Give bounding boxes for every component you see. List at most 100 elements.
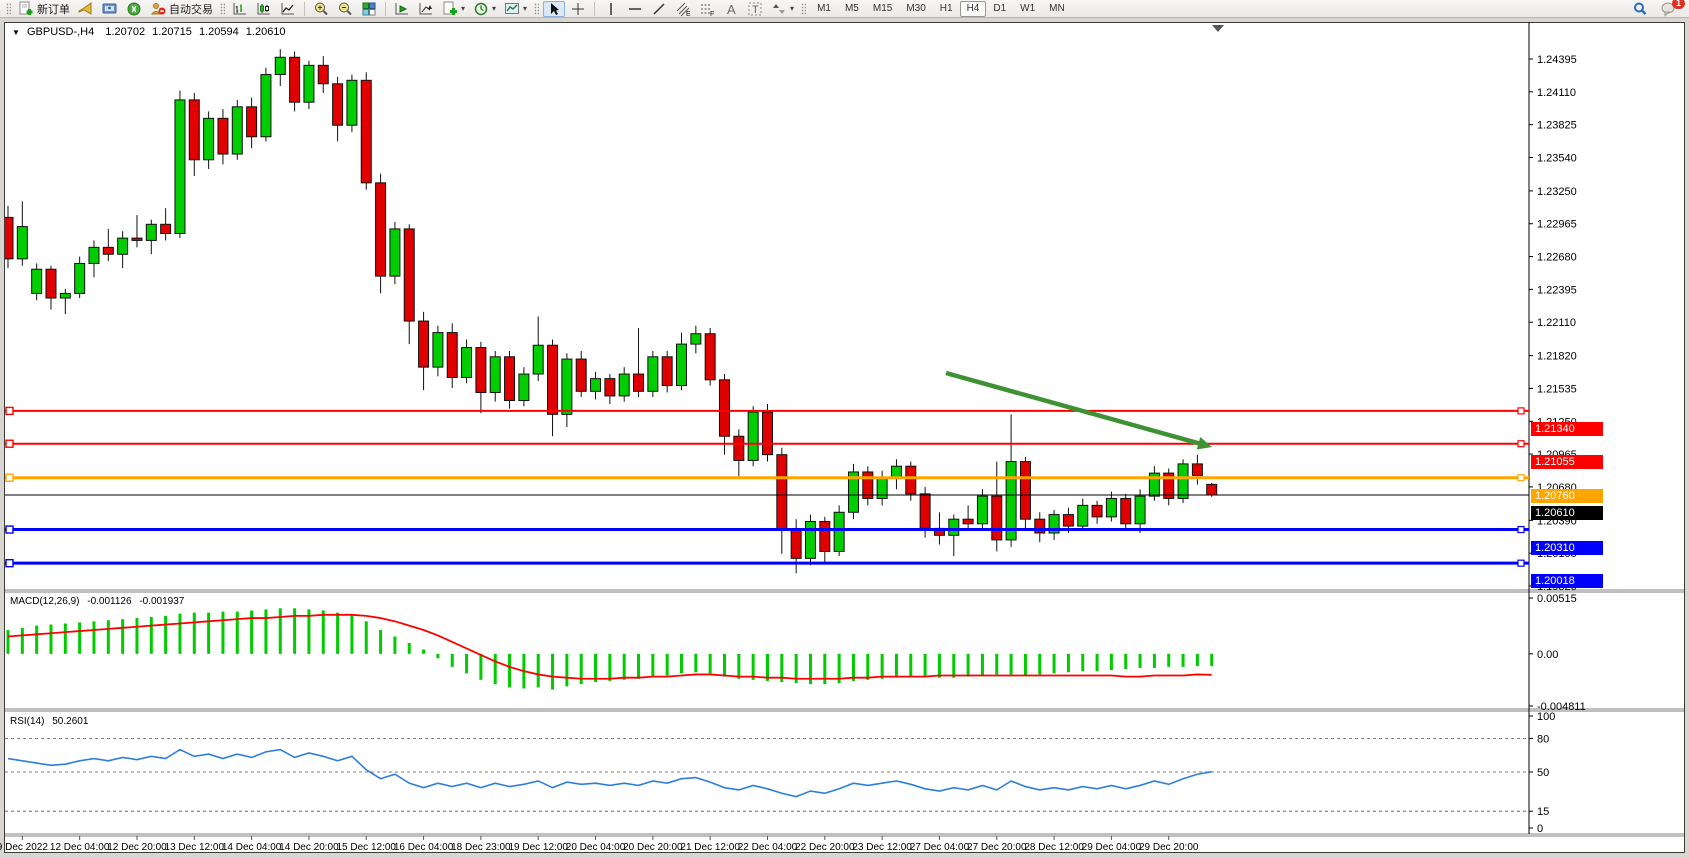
ohlc-low: 1.20594 — [199, 26, 239, 38]
horn-button[interactable] — [75, 1, 97, 17]
svg-text:50: 50 — [1537, 767, 1549, 779]
search-button[interactable] — [1629, 1, 1651, 17]
toolbar-grip[interactable] — [534, 3, 539, 15]
vertical-line-tool-button[interactable] — [600, 1, 622, 17]
rsi-axis[interactable]: 1008050150 — [1529, 711, 1555, 835]
candle-bull — [648, 357, 658, 392]
chevron-down-icon: ▾ — [790, 5, 794, 13]
time-axis[interactable]: 9 Dec 202212 Dec 04:0012 Dec 20:0013 Dec… — [0, 836, 1199, 853]
text-tool-button[interactable]: A — [720, 1, 742, 17]
zoom-in-icon — [313, 1, 329, 17]
hline-1.20310[interactable] — [5, 526, 1529, 533]
candle-bear — [705, 334, 715, 380]
hline-handle[interactable] — [1518, 560, 1524, 566]
hline-handle[interactable] — [6, 474, 13, 481]
svg-text:100: 100 — [1537, 711, 1555, 723]
chart-shift-marker[interactable] — [1212, 25, 1224, 32]
signal-button[interactable] — [123, 1, 145, 17]
bar-chart-button[interactable] — [229, 1, 251, 17]
hline-handle[interactable] — [1518, 475, 1524, 481]
chat-button[interactable]: 1 — [1657, 1, 1679, 17]
svg-text:27 Dec 20:00: 27 Dec 20:00 — [967, 842, 1027, 853]
templates-button[interactable]: ▾ — [501, 1, 530, 17]
macd-rsi-splitter[interactable] — [5, 709, 1684, 711]
svg-text:23 Dec 12:00: 23 Dec 12:00 — [852, 842, 912, 853]
timeframe-H1[interactable]: H1 — [933, 1, 960, 17]
rsi-name: RSI(14) — [10, 716, 44, 727]
hline-1.20018[interactable] — [5, 560, 1529, 567]
autotrading-icon — [150, 1, 166, 17]
hline-handle[interactable] — [6, 407, 13, 414]
timeframe-MN[interactable]: MN — [1042, 1, 1072, 17]
timeframe-H4[interactable]: H4 — [960, 1, 987, 17]
timeframe-M5[interactable]: M5 — [838, 1, 866, 17]
crosshair-tool-button[interactable] — [567, 1, 589, 17]
tile-windows-button[interactable] — [358, 1, 380, 17]
candle-bull — [1106, 498, 1116, 516]
cursor-tool-button[interactable] — [543, 1, 565, 17]
candle-bull — [118, 238, 128, 254]
ohlc-close: 1.20610 — [246, 26, 286, 38]
rsi-time-splitter[interactable] — [5, 834, 1684, 836]
toolbar-grip[interactable] — [6, 3, 11, 15]
hline-handle[interactable] — [1518, 408, 1524, 414]
toolbar-grip[interactable] — [801, 3, 806, 15]
candle-bull — [89, 247, 99, 263]
candle-bear — [189, 100, 199, 160]
text-label-tool-button[interactable]: T — [744, 1, 766, 17]
arrows-tool-button[interactable]: ▾ — [768, 1, 797, 17]
autotrading-button[interactable]: 自动交易 — [147, 1, 216, 17]
candle-bear — [863, 472, 873, 498]
hline-1.20760[interactable] — [5, 474, 1529, 481]
candlestick-button[interactable] — [253, 1, 275, 17]
hline-handle[interactable] — [1518, 441, 1524, 447]
hline-handle[interactable] — [6, 526, 13, 533]
strategy-tester-button[interactable] — [415, 1, 437, 17]
zoom-out-button[interactable] — [334, 1, 356, 17]
timeframe-M1[interactable]: M1 — [810, 1, 838, 17]
candle-bull — [204, 118, 214, 159]
periods-button[interactable]: ▾ — [470, 1, 499, 17]
zoom-in-button[interactable] — [310, 1, 332, 17]
chart-canvas[interactable]: 1.243951.241101.238251.235401.232501.229… — [0, 18, 1689, 858]
timeframe-D1[interactable]: D1 — [986, 1, 1013, 17]
terminal-button[interactable] — [99, 1, 121, 17]
add-indicator-button[interactable]: ▾ — [439, 1, 468, 17]
symbol-dropdown-icon[interactable]: ▼ — [12, 28, 20, 37]
candle-bear — [734, 436, 744, 460]
svg-text:13 Dec 12:00: 13 Dec 12:00 — [165, 842, 225, 853]
chevron-down-icon: ▾ — [523, 5, 527, 13]
new-order-button[interactable]: 新订单 — [15, 1, 73, 17]
candle-bear — [791, 530, 801, 559]
terminal-icon — [102, 1, 118, 17]
timeframe-M30[interactable]: M30 — [899, 1, 932, 17]
candle-bear — [161, 224, 171, 233]
hline-price-tag: 1.21055 — [1531, 455, 1603, 469]
svg-text:1.22110: 1.22110 — [1537, 317, 1576, 329]
hline-handle[interactable] — [1518, 527, 1524, 533]
svg-text:29 Dec 04:00: 29 Dec 04:00 — [1082, 842, 1142, 853]
line-chart-button[interactable] — [277, 1, 299, 17]
chevron-down-icon: ▾ — [461, 5, 465, 13]
hline-handle[interactable] — [6, 560, 13, 567]
toolbar-grip[interactable] — [220, 3, 225, 15]
add-indicator-icon — [442, 1, 458, 17]
svg-text:1.24110: 1.24110 — [1537, 87, 1576, 99]
horizontal-line-tool-button[interactable] — [624, 1, 646, 17]
timeframe-W1[interactable]: W1 — [1013, 1, 1042, 17]
equidistant-channel-tool-button[interactable]: E — [672, 1, 694, 17]
cursor-icon — [546, 1, 562, 17]
hline-handle[interactable] — [6, 440, 13, 447]
candle-bull — [834, 512, 844, 551]
trendline-tool-button[interactable] — [648, 1, 670, 17]
macd-histogram — [8, 608, 1212, 689]
timeframe-M15[interactable]: M15 — [866, 1, 899, 17]
horizontal-line-icon — [627, 1, 643, 17]
svg-text:80: 80 — [1537, 733, 1549, 745]
candle-bear — [361, 80, 371, 183]
main-macd-splitter[interactable] — [5, 590, 1684, 592]
data-window-button[interactable] — [391, 1, 413, 17]
fibonacci-tool-button[interactable]: F — [696, 1, 718, 17]
macd-axis[interactable]: 0.005150.00-0.004811 — [1529, 593, 1586, 713]
autotrading-label: 自动交易 — [169, 1, 213, 17]
